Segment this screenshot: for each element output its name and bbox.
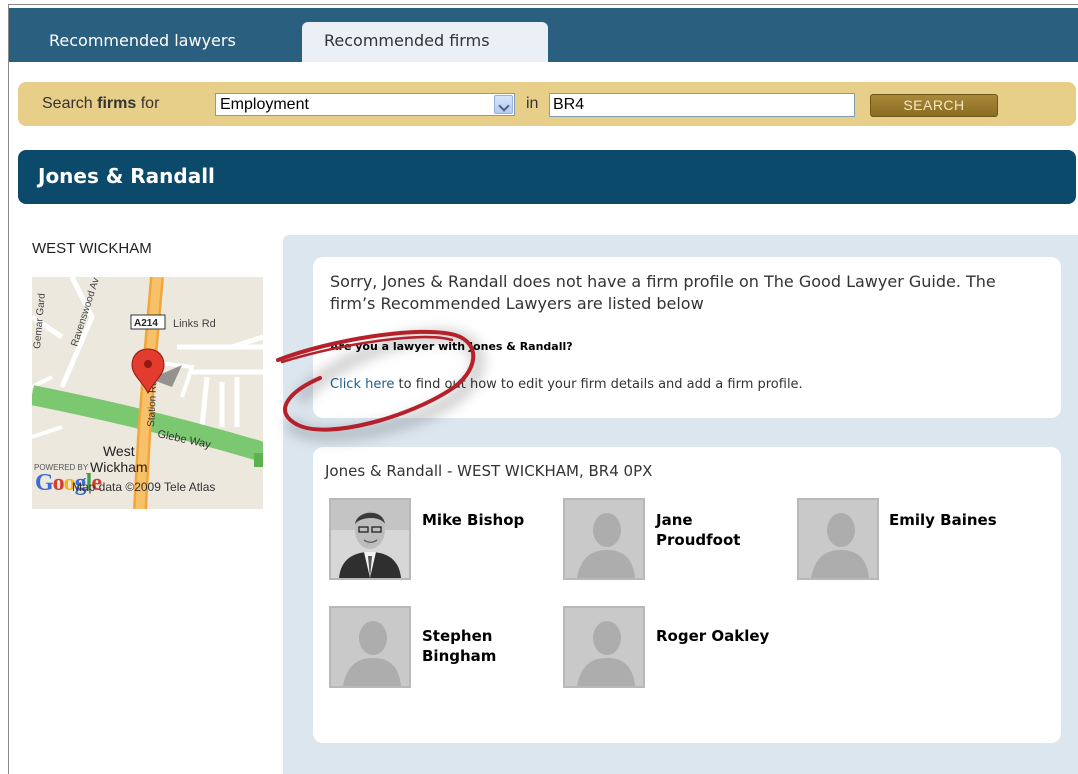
search-label-suffix: for	[140, 95, 160, 112]
placeholder-avatar-graphic	[331, 608, 409, 686]
notice-link-suffix: to find out how to edit your firm detail…	[394, 377, 803, 392]
location-map[interactable]: A214 Links Rd Ravenswood Av Gemar Gard S…	[32, 277, 263, 509]
practice-area-value: Employment	[220, 96, 309, 113]
notice-text: Sorry, Jones & Randall does not have a f…	[330, 272, 996, 313]
lawyer-name[interactable]: Emily Baines	[889, 510, 1009, 530]
firm-town: WEST WICKHAM	[32, 240, 152, 257]
firm-banner: Jones & Randall	[18, 150, 1076, 204]
lawyer-name[interactable]: Jane Proudfoot	[656, 510, 776, 550]
lawyer-card[interactable]: Stephen Bingham	[329, 606, 549, 691]
lawyer-name[interactable]: Mike Bishop	[422, 510, 542, 530]
map-label-links-rd: Links Rd	[173, 318, 216, 330]
no-profile-notice: Sorry, Jones & Randall does not have a f…	[313, 257, 1061, 418]
lawyer-name[interactable]: Roger Oakley	[656, 626, 776, 646]
search-bar: Search firms for Employment in BR4 SEARC…	[18, 82, 1076, 126]
lawyers-section: Jones & Randall - WEST WICKHAM, BR4 0PX …	[313, 447, 1061, 743]
notice-question: Are you a lawyer with Jones & Randall?	[330, 340, 573, 353]
lawyer-card[interactable]: Mike Bishop	[329, 498, 549, 583]
placeholder-avatar-graphic	[799, 500, 877, 578]
in-label: in	[526, 95, 539, 112]
lawyer-card[interactable]: Jane Proudfoot	[563, 498, 783, 583]
tab-bar: Recommended lawyers Recommended firms	[9, 8, 1078, 62]
placeholder-avatar-graphic	[565, 608, 643, 686]
tab-recommended-firms[interactable]: Recommended firms	[302, 22, 548, 62]
placeholder-avatar-graphic	[565, 500, 643, 578]
lawyer-photo[interactable]	[329, 498, 411, 580]
search-label-bold: firms	[97, 95, 137, 112]
search-label-prefix: Search	[42, 95, 93, 112]
placeholder-avatar-icon[interactable]	[563, 606, 645, 688]
lawyer-card[interactable]: Emily Baines	[797, 498, 1017, 583]
click-here-link[interactable]: Click here	[330, 377, 394, 392]
dropdown-arrow-icon[interactable]	[494, 95, 513, 114]
lawyer-portrait-icon	[331, 500, 409, 578]
notice-link-line: Click here to find out how to edit your …	[330, 377, 803, 392]
practice-area-select[interactable]: Employment	[215, 93, 515, 116]
placeholder-avatar-icon[interactable]	[563, 498, 645, 580]
placeholder-avatar-icon[interactable]	[329, 606, 411, 688]
location-input[interactable]: BR4	[549, 93, 855, 117]
tab-recommended-lawyers[interactable]: Recommended lawyers	[29, 22, 256, 62]
lawyer-card[interactable]: Roger Oakley	[563, 606, 783, 691]
map-town-line1: West	[102, 443, 135, 459]
firm-title: Jones & Randall	[38, 164, 215, 188]
lawyer-name[interactable]: Stephen Bingham	[422, 626, 542, 666]
search-label: Search firms for	[42, 95, 159, 113]
search-button[interactable]: SEARCH	[870, 94, 998, 117]
placeholder-avatar-icon[interactable]	[797, 498, 879, 580]
map-credit: Map data ©2009 Tele Atlas	[72, 480, 216, 494]
lawyers-heading: Jones & Randall - WEST WICKHAM, BR4 0PX	[325, 462, 653, 480]
map-label-a214: A214	[134, 318, 158, 329]
